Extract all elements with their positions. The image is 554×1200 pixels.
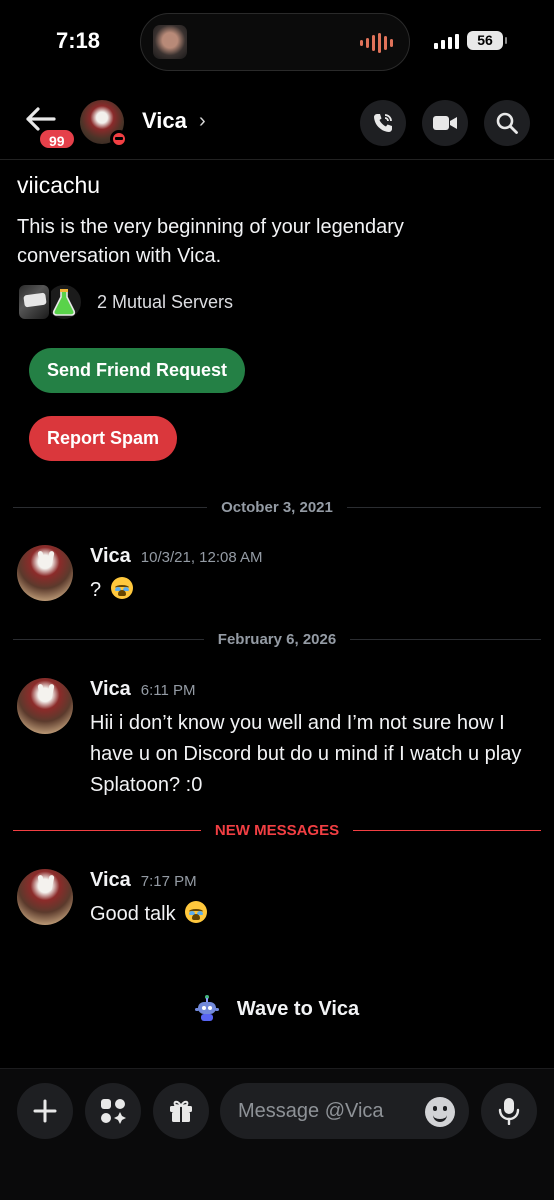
channel-title[interactable]: Vica [142,108,187,134]
gift-icon [170,1100,192,1122]
mutual-servers-label: 2 Mutual Servers [97,291,234,312]
report-spam-button[interactable]: Report Spam [29,416,178,461]
gift-button[interactable] [153,1083,209,1139]
phone-call-icon [374,114,392,132]
message-timestamp: 7:17 PM [140,873,197,890]
voice-call-button[interactable] [360,100,406,146]
dynamic-island[interactable] [140,13,410,71]
battery-indicator: 56 [467,31,507,50]
wave-label[interactable]: Wave to Vica [237,998,359,1021]
message-author[interactable]: Vica [90,678,131,701]
intro-username: viicachu [17,172,101,198]
status-bar: 7:18 56 [0,0,554,84]
voice-message-button[interactable] [481,1083,537,1139]
video-camera-icon [433,116,457,130]
date-divider-label: October 3, 2021 [221,498,333,516]
now-playing-artwork [153,25,187,59]
intro-text: This is the very beginning of your legen… [17,216,404,267]
date-divider: October 3, 2021 [13,497,542,517]
search-button[interactable] [484,100,530,146]
dnd-status-icon [110,130,128,148]
message-content: ? [90,575,540,606]
dm-header: 99 Vica › [0,92,554,160]
loudly-crying-emoji-icon [110,577,133,599]
search-icon [496,112,518,134]
avatar[interactable] [17,869,73,925]
audio-waveform-icon [360,33,393,53]
status-time: 7:18 [56,28,101,53]
message-timestamp: 6:11 PM [140,682,196,699]
microphone-icon [498,1098,520,1125]
video-call-button[interactable] [422,100,468,146]
message-author[interactable]: Vica [90,869,131,892]
new-messages-divider: NEW MESSAGES [13,820,541,840]
splatoon-server-icon [17,283,51,321]
apps-button[interactable] [85,1083,141,1139]
message-author[interactable]: Vica [90,545,131,568]
message-composer [0,1068,554,1200]
message-item[interactable]: Vica 10/3/21, 12:08 AM ? [17,545,537,605]
unread-badge: 99 [38,128,76,150]
date-divider: February 6, 2026 [13,629,541,649]
plus-icon [33,1099,57,1123]
send-friend-request-button[interactable]: Send Friend Request [29,348,246,393]
mutual-servers[interactable]: 2 Mutual Servers [17,283,233,321]
message-content: Good talk [90,899,540,930]
avatar[interactable] [17,678,73,734]
new-messages-label: NEW MESSAGES [214,821,340,839]
loudly-crying-emoji-icon [185,901,208,923]
chevron-right-icon[interactable]: › [199,110,206,133]
wumpus-wave-icon [194,995,219,1021]
avatar[interactable] [17,545,73,601]
wave-to-user-button[interactable]: Wave to Vica [0,994,554,1024]
message-text: ? [90,579,102,601]
message-timestamp: 10/3/21, 12:08 AM [140,549,263,566]
apps-icon [101,1099,126,1124]
message-text: Good talk [90,903,176,925]
cellular-signal-icon [434,33,459,49]
message-content: Hii i don’t know you well and I’m not su… [90,712,522,796]
date-divider-label: February 6, 2026 [217,630,337,648]
message-item[interactable]: Vica 7:17 PM Good talk [17,869,537,929]
emoji-icon[interactable] [425,1097,455,1127]
message-item[interactable]: Vica 6:11 PM Hii i don’t know you well a… [17,678,537,798]
add-attachment-button[interactable] [17,1083,73,1139]
